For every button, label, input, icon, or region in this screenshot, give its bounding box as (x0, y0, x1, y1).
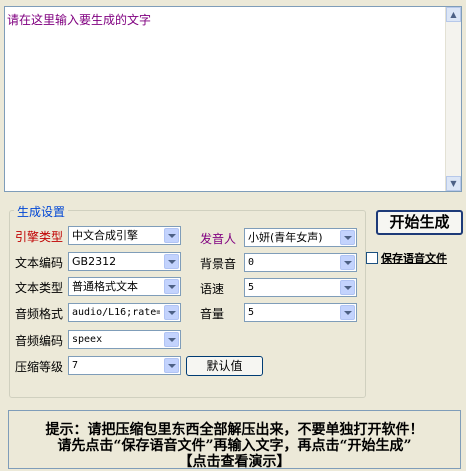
scroll-down-icon[interactable]: ▼ (446, 176, 461, 191)
chevron-down-icon[interactable] (164, 228, 179, 243)
compression-label: 压缩等级 (15, 360, 64, 374)
default-values-button[interactable]: 默认值 (186, 356, 263, 376)
chevron-down-icon[interactable] (164, 279, 179, 294)
text-type-label: 文本类型 (15, 281, 64, 295)
settings-group-title: 生成设置 (14, 203, 69, 220)
volume-value: 5 (248, 307, 255, 318)
engine-select[interactable]: 中文合成引擎 (68, 226, 181, 245)
audio-codec-label: 音频编码 (15, 334, 64, 348)
text-type-select[interactable]: 普通格式文本 (68, 277, 181, 296)
encoding-select[interactable]: GB2312 (68, 252, 181, 271)
audio-format-value: audio/L16;rate= (72, 307, 160, 318)
chevron-down-icon[interactable] (164, 358, 179, 373)
chevron-down-icon[interactable] (340, 230, 355, 245)
encoding-value: GB2312 (72, 255, 117, 268)
compression-value: 7 (72, 360, 79, 371)
text-type-value: 普通格式文本 (72, 280, 138, 293)
compression-select[interactable]: 7 (68, 356, 181, 375)
bg-sound-value: 0 (248, 257, 255, 268)
audio-codec-select[interactable]: speex (68, 330, 181, 349)
chevron-down-icon[interactable] (164, 332, 179, 347)
notice-panel[interactable]: 提示：请把压缩包里东西全部解压出来，不要单独打开软件！ 请先点击“保存语音文件”… (8, 410, 461, 471)
voice-value: 小妍(青年女声) (248, 231, 323, 244)
voice-label: 发音人 (200, 232, 237, 246)
engine-label: 引擎类型 (15, 230, 64, 244)
audio-codec-value: speex (72, 334, 103, 345)
vertical-scrollbar[interactable]: ▲ ▼ (445, 7, 461, 191)
chevron-down-icon[interactable] (340, 255, 355, 270)
bg-sound-label: 背景音 (200, 257, 237, 271)
speed-label: 语速 (200, 282, 225, 296)
audio-format-label: 音频格式 (15, 307, 64, 321)
save-audio-checkbox[interactable] (366, 252, 378, 264)
volume-label: 音量 (200, 307, 225, 321)
volume-select[interactable]: 5 (244, 303, 357, 322)
chevron-down-icon[interactable] (164, 254, 179, 269)
speed-value: 5 (248, 282, 255, 293)
start-generate-button[interactable]: 开始生成 (376, 210, 463, 235)
audio-format-select[interactable]: audio/L16;rate= (68, 303, 181, 322)
view-demo-link[interactable]: 【点击查看演示】 (9, 451, 460, 471)
speed-select[interactable]: 5 (244, 278, 357, 297)
engine-value: 中文合成引擎 (72, 229, 138, 242)
chevron-down-icon[interactable] (340, 305, 355, 320)
chevron-down-icon[interactable] (164, 305, 179, 320)
encoding-label: 文本编码 (15, 256, 64, 270)
text-input-placeholder: 请在这里输入要生成的文字 (7, 13, 152, 27)
save-audio-checkbox-label[interactable]: 保存语音文件 (381, 250, 447, 266)
chevron-down-icon[interactable] (340, 280, 355, 295)
text-input-area[interactable]: 请在这里输入要生成的文字 ▲ ▼ (4, 6, 462, 192)
voice-select[interactable]: 小妍(青年女声) (244, 228, 357, 247)
scroll-up-icon[interactable]: ▲ (446, 7, 461, 22)
bg-sound-select[interactable]: 0 (244, 253, 357, 272)
